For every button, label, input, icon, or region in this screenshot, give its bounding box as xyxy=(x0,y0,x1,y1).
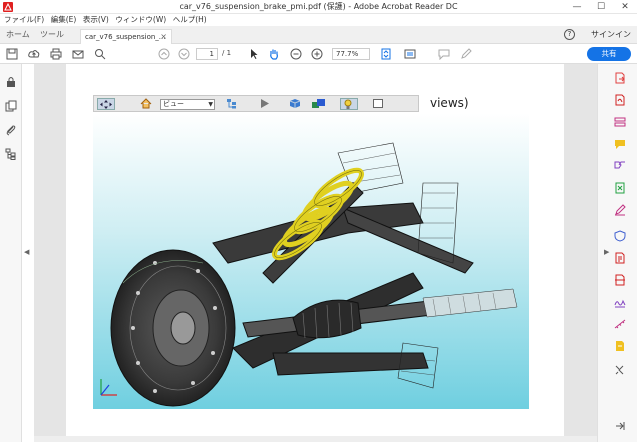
maximize-button[interactable]: ☐ xyxy=(589,0,613,14)
collapse-right-arrow-icon[interactable]: ▶ xyxy=(604,248,609,256)
email-icon[interactable] xyxy=(72,48,84,60)
zoom-level-value: 77.7% xyxy=(336,50,359,58)
collapse-tools-panel-icon[interactable] xyxy=(614,420,626,432)
view-select-value: ビュー xyxy=(163,100,184,108)
window-title: car_v76_suspension_brake_pmi.pdf (保護) - … xyxy=(179,2,458,11)
share-button[interactable]: 共有 xyxy=(587,47,631,61)
comment-icon[interactable] xyxy=(438,48,450,61)
tab-document[interactable]: car_v76_suspension_... × xyxy=(80,29,172,44)
create-pdf-icon[interactable] xyxy=(614,94,626,106)
page-total: / 1 xyxy=(222,49,232,57)
pages-icon[interactable] xyxy=(5,100,17,112)
organize-pages-icon[interactable] xyxy=(614,116,626,128)
page-up-icon[interactable] xyxy=(158,48,170,60)
select-cursor-icon[interactable] xyxy=(248,48,260,60)
rotate-tool-icon[interactable] xyxy=(97,98,115,110)
more-tools-icon[interactable] xyxy=(614,364,626,376)
background-color-icon[interactable] xyxy=(371,98,384,110)
menu-edit[interactable]: 編集(E) xyxy=(51,14,77,26)
save-icon[interactable] xyxy=(6,48,18,60)
horizontal-scrollbar[interactable] xyxy=(34,436,597,442)
3d-toolbar: ビュー ▼ xyxy=(93,95,419,112)
zoom-in-icon[interactable] xyxy=(311,48,323,60)
chevron-down-icon: ▼ xyxy=(208,101,213,108)
scroll-mode-icon[interactable] xyxy=(404,48,416,60)
page-fit-icon[interactable] xyxy=(380,48,392,60)
menu-help[interactable]: ヘルプ(H) xyxy=(173,14,207,26)
scan-ocr-icon[interactable] xyxy=(614,274,626,286)
render-mode-icon[interactable] xyxy=(310,98,330,110)
title-bar: car_v76_suspension_brake_pmi.pdf (保護) - … xyxy=(0,0,637,14)
projection-cube-icon[interactable] xyxy=(288,98,301,110)
lighting-icon[interactable] xyxy=(340,98,358,110)
3d-model-canvas[interactable] xyxy=(93,113,529,409)
pen-icon[interactable] xyxy=(460,48,472,60)
tab-bar: ホーム ツール car_v76_suspension_... × ? サインイン xyxy=(0,26,637,44)
menu-window[interactable]: ウィンドウ(W) xyxy=(115,14,166,26)
upload-cloud-icon[interactable] xyxy=(28,48,40,60)
export-excel-icon[interactable] xyxy=(614,182,626,194)
edit-pdf-icon[interactable] xyxy=(614,252,626,264)
menu-view[interactable]: 表示(V) xyxy=(83,14,109,26)
lock-icon[interactable] xyxy=(5,76,17,88)
document-viewer[interactable]: views) ビュー ▼ xyxy=(34,64,597,442)
page-number-input[interactable]: 1 xyxy=(196,48,218,60)
protect-icon[interactable] xyxy=(614,230,626,242)
attachment-icon[interactable] xyxy=(5,124,17,136)
main-toolbar: 1 / 1 77.7% 共有 xyxy=(0,44,637,64)
model-tree-toggle-icon[interactable] xyxy=(225,98,238,110)
collapse-left-panel-icon[interactable]: ◀ xyxy=(24,248,29,256)
comment-tool-icon[interactable] xyxy=(614,138,626,150)
pdf-page: views) ビュー ▼ xyxy=(66,64,564,442)
right-tools-panel xyxy=(597,64,637,442)
share-label: 共有 xyxy=(601,49,617,58)
close-button[interactable]: ✕ xyxy=(613,0,637,14)
left-sidebar xyxy=(0,64,22,442)
close-tab-icon[interactable]: × xyxy=(160,32,167,41)
document-tab-label: car_v76_suspension_... xyxy=(85,33,166,41)
home-view-icon[interactable] xyxy=(139,98,152,110)
minimize-button[interactable]: — xyxy=(565,0,589,14)
view-select[interactable]: ビュー ▼ xyxy=(160,99,215,110)
search-icon[interactable] xyxy=(94,48,106,60)
measure-icon[interactable] xyxy=(614,318,626,330)
zoom-level-select[interactable]: 77.7% xyxy=(332,48,370,60)
combine-files-icon[interactable] xyxy=(614,160,626,172)
model-tree-icon[interactable] xyxy=(5,148,17,160)
tab-home[interactable]: ホーム xyxy=(6,29,30,40)
page-down-icon[interactable] xyxy=(178,48,190,60)
zoom-out-icon[interactable] xyxy=(290,48,302,60)
fill-sign-icon[interactable] xyxy=(614,204,626,216)
menu-bar: ファイル(F) 編集(E) 表示(V) ウィンドウ(W) ヘルプ(H) xyxy=(0,14,637,26)
suspension-model-illustration xyxy=(100,142,518,407)
play-animation-icon[interactable] xyxy=(258,98,271,110)
print-icon[interactable] xyxy=(50,48,62,60)
hand-tool-icon[interactable] xyxy=(268,48,280,60)
send-review-icon[interactable] xyxy=(614,340,626,352)
signin-link[interactable]: サインイン xyxy=(591,29,631,40)
help-icon[interactable]: ? xyxy=(564,29,575,40)
request-signature-icon[interactable] xyxy=(614,296,626,308)
export-pdf-icon[interactable] xyxy=(614,72,626,84)
tab-tools[interactable]: ツール xyxy=(40,29,64,40)
menu-file[interactable]: ファイル(F) xyxy=(4,14,44,26)
views-text: views) xyxy=(430,96,469,110)
